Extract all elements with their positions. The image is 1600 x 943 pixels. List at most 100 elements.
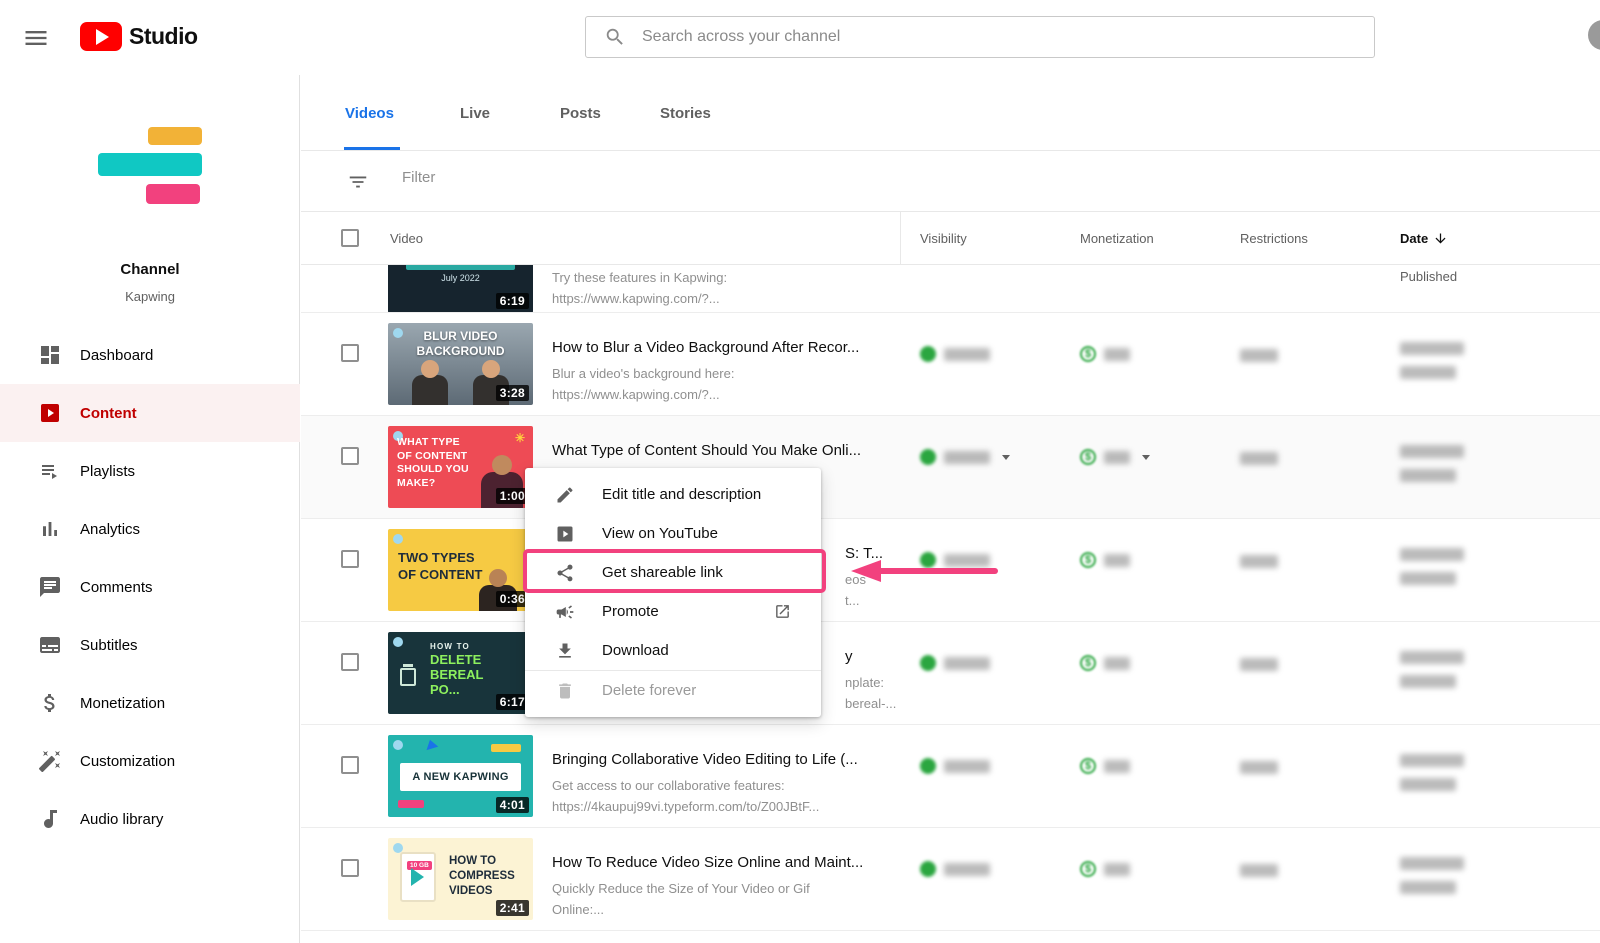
video-options-menu: Edit title and description View on YouTu… <box>525 468 821 717</box>
menu-item-download[interactable]: Download <box>525 631 821 670</box>
monetization-dropdown[interactable]: $ <box>1080 449 1150 465</box>
video-description-line: Quickly Reduce the Size of Your Video or… <box>552 878 897 899</box>
video-thumbnail[interactable]: July 2022 6:19 <box>388 265 533 313</box>
restrictions-value-redacted <box>1240 349 1278 362</box>
menu-item-label: Delete forever <box>602 682 696 699</box>
video-thumbnail[interactable]: HOW TO DELETEBEREALPO... 6:17 <box>388 632 533 714</box>
video-description-line: Try these features in Kapwing: <box>552 267 897 288</box>
row-checkbox[interactable] <box>341 550 359 568</box>
youtube-studio-logo[interactable]: Studio <box>80 22 198 51</box>
monetization-on-icon: $ <box>1080 552 1096 568</box>
sidebar: Channel Kapwing Dashboard Content Playli… <box>0 75 300 943</box>
visibility-public-icon <box>920 346 936 362</box>
sidebar-item-monetization[interactable]: Monetization <box>0 674 300 732</box>
video-title[interactable]: How to Blur a Video Background After Rec… <box>552 339 897 356</box>
sort-desc-icon <box>1433 231 1448 246</box>
chevron-down-icon <box>1142 455 1150 460</box>
sidebar-item-label: Dashboard <box>80 347 153 364</box>
menu-item-get-shareable-link[interactable]: Get shareable link <box>525 553 821 592</box>
sidebar-item-label: Customization <box>80 753 175 770</box>
brand-text: Studio <box>129 23 198 50</box>
row-checkbox[interactable] <box>341 344 359 362</box>
video-duration: 4:01 <box>496 797 529 813</box>
hamburger-menu-icon[interactable] <box>22 24 50 52</box>
table-row[interactable]: HOW TO DELETEBEREALPO... 6:17 y nplate: … <box>301 622 1600 725</box>
menu-item-edit-title-description[interactable]: Edit title and description <box>525 475 821 514</box>
search-icon <box>604 26 626 48</box>
date-value-redacted <box>1400 445 1464 493</box>
menu-item-view-on-youtube[interactable]: View on YouTube <box>525 514 821 553</box>
table-row[interactable]: 10 GB HOW TOCOMPRESSVIDEOS 2:41 How To R… <box>301 828 1600 931</box>
channel-avatar[interactable] <box>98 127 202 211</box>
video-description-fragment: bereal-... <box>845 693 972 714</box>
sidebar-item-analytics[interactable]: Analytics <box>0 500 300 558</box>
analytics-icon <box>38 517 62 541</box>
sidebar-item-content[interactable]: Content <box>0 384 300 442</box>
menu-item-promote[interactable]: Promote <box>525 592 821 631</box>
select-all-checkbox[interactable] <box>341 229 359 247</box>
sidebar-item-label: Subtitles <box>80 637 138 654</box>
top-bar: Studio <box>0 0 1600 75</box>
visibility-value-redacted <box>920 552 990 568</box>
visibility-value-redacted <box>920 346 990 362</box>
video-thumbnail[interactable]: 10 GB HOW TOCOMPRESSVIDEOS 2:41 <box>388 838 533 920</box>
monetization-on-icon: $ <box>1080 655 1096 671</box>
row-checkbox[interactable] <box>341 756 359 774</box>
restrictions-value-redacted <box>1240 658 1278 671</box>
video-thumbnail[interactable]: TWO TYPESOF CONTENT 0:36 <box>388 529 533 611</box>
monetization-on-icon: $ <box>1080 346 1096 362</box>
thumbnail-badge <box>393 637 403 647</box>
sidebar-item-audio-library[interactable]: Audio library <box>0 790 300 848</box>
column-header-restrictions: Restrictions <box>1240 231 1308 246</box>
video-thumbnail[interactable]: WHAT TYPEOF CONTENTSHOULD YOUMAKE? ✳ 1:0… <box>388 426 533 508</box>
avatar-bar-pink <box>146 184 200 204</box>
table-row[interactable]: July 2022 6:19 Try these features in Kap… <box>301 265 1600 313</box>
date-value-redacted <box>1400 857 1464 905</box>
channel-search-box[interactable] <box>585 16 1375 58</box>
sidebar-item-label: Audio library <box>80 811 163 828</box>
tab-stories[interactable]: Stories <box>660 75 711 151</box>
video-duration: 6:19 <box>496 293 529 309</box>
sidebar-item-label: Monetization <box>80 695 165 712</box>
video-description-line: https://www.kapwing.com/?... <box>552 288 897 309</box>
menu-item-label: Get shareable link <box>602 564 723 581</box>
sidebar-item-subtitles[interactable]: Subtitles <box>0 616 300 674</box>
filter-icon[interactable] <box>347 171 369 193</box>
filter-input[interactable] <box>402 169 802 186</box>
table-row[interactable]: A NEW KAPWING 4:01 Bringing Collaborativ… <box>301 725 1600 828</box>
restrictions-value-redacted <box>1240 761 1278 774</box>
video-thumbnail[interactable]: BLUR VIDEOBACKGROUND 3:28 <box>388 323 533 405</box>
sidebar-nav: Dashboard Content Playlists Analytics Co… <box>0 326 300 848</box>
sidebar-item-customization[interactable]: Customization <box>0 732 300 790</box>
column-header-date[interactable]: Date <box>1400 231 1448 246</box>
video-title[interactable]: Bringing Collaborative Video Editing to … <box>552 751 897 768</box>
monetization-value-redacted: $ <box>1080 346 1130 362</box>
table-row[interactable]: WHAT TYPEOF CONTENTSHOULD YOUMAKE? ✳ 1:0… <box>301 416 1600 519</box>
tab-videos[interactable]: Videos <box>345 75 394 151</box>
table-row[interactable]: TWO TYPESOF CONTENT 0:36 S: T... eos t..… <box>301 519 1600 622</box>
tab-live[interactable]: Live <box>460 75 490 151</box>
youtube-play-icon <box>555 524 575 544</box>
video-title[interactable]: How To Reduce Video Size Online and Main… <box>552 854 897 871</box>
video-thumbnail[interactable]: A NEW KAPWING 4:01 <box>388 735 533 817</box>
thumbnail-text: July 2022 <box>388 273 533 283</box>
table-row[interactable]: BLUR VIDEOBACKGROUND 3:28 How to Blur a … <box>301 313 1600 416</box>
video-description-line: Online:... <box>552 899 897 920</box>
sidebar-item-label: Playlists <box>80 463 135 480</box>
menu-item-label: Promote <box>602 603 659 620</box>
account-avatar[interactable] <box>1588 20 1600 50</box>
row-checkbox[interactable] <box>341 447 359 465</box>
search-input[interactable] <box>642 28 1374 46</box>
main-content: Videos Live Posts Stories Video Visibili… <box>301 75 1600 943</box>
restrictions-value-redacted <box>1240 452 1278 465</box>
sidebar-item-comments[interactable]: Comments <box>0 558 300 616</box>
row-checkbox[interactable] <box>341 653 359 671</box>
row-checkbox[interactable] <box>341 859 359 877</box>
sidebar-item-dashboard[interactable]: Dashboard <box>0 326 300 384</box>
sidebar-item-playlists[interactable]: Playlists <box>0 442 300 500</box>
video-title[interactable]: What Type of Content Should You Make Onl… <box>552 442 897 459</box>
video-description-line: https://4kaupuj99vi.typeform.com/to/Z00J… <box>552 796 897 817</box>
visibility-public-icon <box>920 655 936 671</box>
visibility-dropdown[interactable] <box>920 449 1010 465</box>
tab-posts[interactable]: Posts <box>560 75 601 151</box>
